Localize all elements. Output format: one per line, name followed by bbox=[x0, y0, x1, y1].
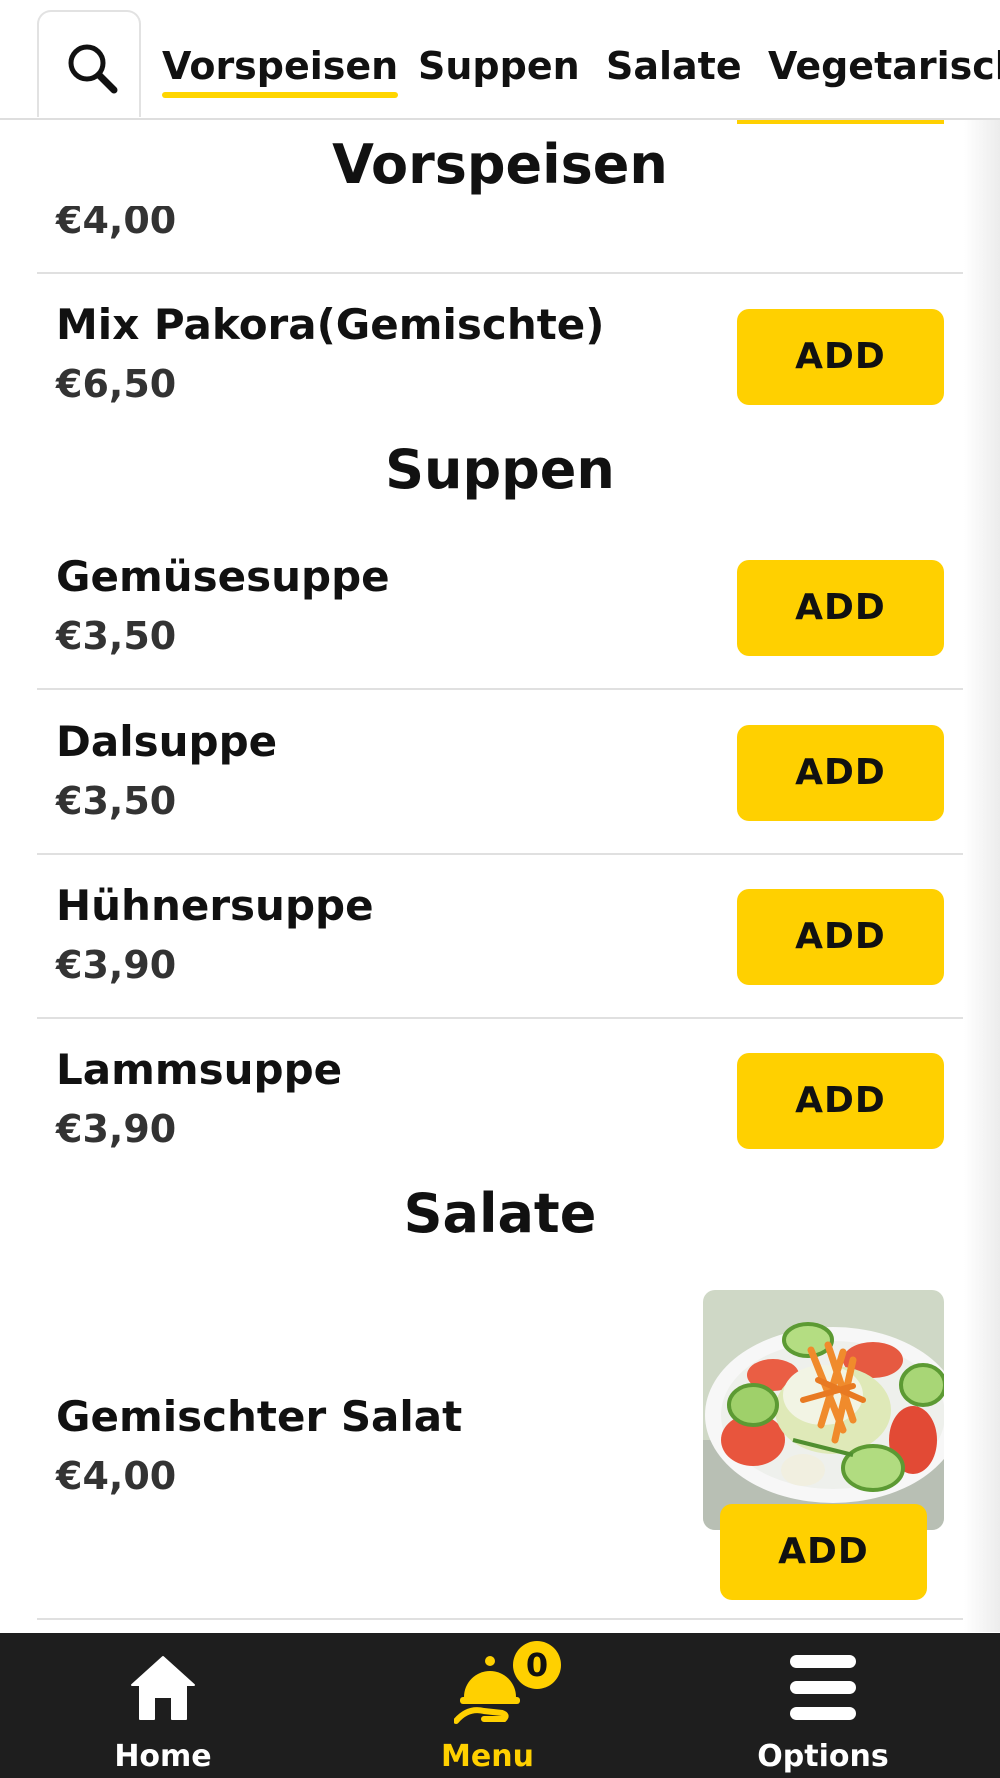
item-name: Hühnersuppe bbox=[56, 881, 374, 930]
bottom-navigation: Home 0 Menu Options bbox=[0, 1633, 1000, 1778]
divider bbox=[37, 1017, 963, 1019]
item-price: €3,50 bbox=[56, 614, 177, 658]
tab-suppen[interactable]: Suppen bbox=[418, 42, 580, 90]
tab-label: Vorspeisen bbox=[162, 44, 399, 88]
tab-salate[interactable]: Salate bbox=[606, 42, 742, 90]
item-name: Gemischter Salat bbox=[56, 1392, 463, 1441]
item-name: Lammsuppe bbox=[56, 1045, 343, 1094]
salad-image bbox=[703, 1290, 944, 1530]
item-price: €4,00 bbox=[56, 1454, 177, 1498]
nav-home[interactable]: Home bbox=[88, 1633, 238, 1778]
item-name: Mix Pakora(Gemischte) bbox=[56, 300, 605, 349]
tab-label: Suppen bbox=[418, 44, 580, 88]
item-price: €3,90 bbox=[56, 1107, 177, 1151]
nav-label: Options bbox=[757, 1739, 889, 1774]
nav-label: Menu bbox=[441, 1739, 534, 1774]
add-button[interactable]: ADD bbox=[737, 725, 944, 821]
search-button[interactable] bbox=[37, 10, 141, 117]
divider bbox=[37, 1618, 963, 1620]
nav-menu[interactable]: 0 Menu bbox=[410, 1633, 565, 1778]
divider bbox=[37, 853, 963, 855]
add-button[interactable]: ADD bbox=[737, 1053, 944, 1149]
menu-list[interactable]: €4,00 Vorspeisen Mix Pakora(Gemischte) €… bbox=[0, 120, 1000, 1632]
search-icon bbox=[68, 44, 118, 94]
tab-label: Salate bbox=[606, 44, 742, 88]
item-name: Dalsuppe bbox=[56, 717, 278, 766]
tab-vorspeisen[interactable]: Vorspeisen bbox=[162, 42, 399, 98]
category-bar: Vorspeisen Suppen Salate Vegetarisch bbox=[0, 0, 1000, 120]
salad-photo[interactable] bbox=[703, 1290, 944, 1530]
cart-count-badge: 0 bbox=[513, 1641, 561, 1689]
section-title-vorspeisen: Vorspeisen bbox=[0, 124, 1000, 206]
add-button[interactable]: ADD bbox=[720, 1504, 927, 1600]
scroll-shadow bbox=[964, 120, 1000, 1632]
item-price: €3,50 bbox=[56, 779, 177, 823]
home-icon bbox=[131, 1656, 195, 1720]
active-tab-indicator bbox=[162, 92, 399, 98]
nav-options[interactable]: Options bbox=[748, 1633, 898, 1778]
add-button[interactable]: ADD bbox=[737, 560, 944, 656]
item-name: Gemüsesuppe bbox=[56, 552, 390, 601]
item-price: €3,90 bbox=[56, 943, 177, 987]
tab-vegetarisch[interactable]: Vegetarisch bbox=[768, 42, 1000, 90]
section-title-salate: Salate bbox=[403, 1182, 597, 1245]
divider bbox=[37, 688, 963, 690]
tab-label: Vegetarisch bbox=[768, 44, 1000, 88]
hamburger-menu-icon bbox=[790, 1655, 856, 1720]
add-button[interactable]: ADD bbox=[737, 309, 944, 405]
divider bbox=[37, 272, 963, 274]
item-price: €6,50 bbox=[56, 362, 177, 406]
nav-label: Home bbox=[114, 1739, 212, 1774]
add-button[interactable]: ADD bbox=[737, 889, 944, 985]
section-title-suppen: Suppen bbox=[385, 438, 615, 501]
